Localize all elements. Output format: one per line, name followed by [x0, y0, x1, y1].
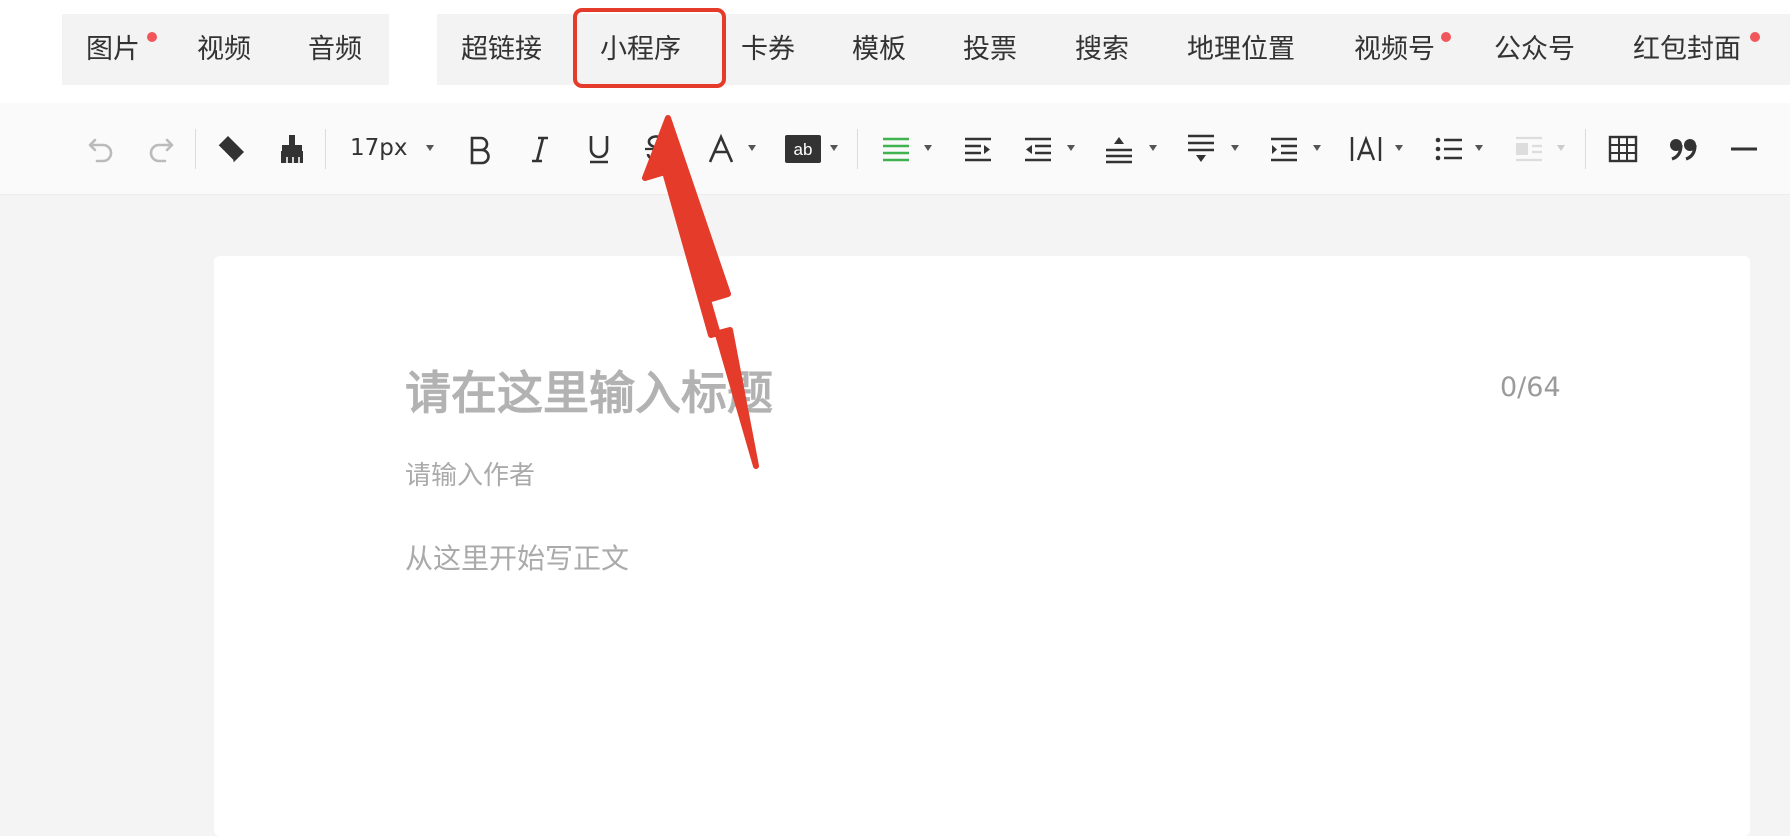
annotation-arrow-icon	[642, 115, 759, 469]
